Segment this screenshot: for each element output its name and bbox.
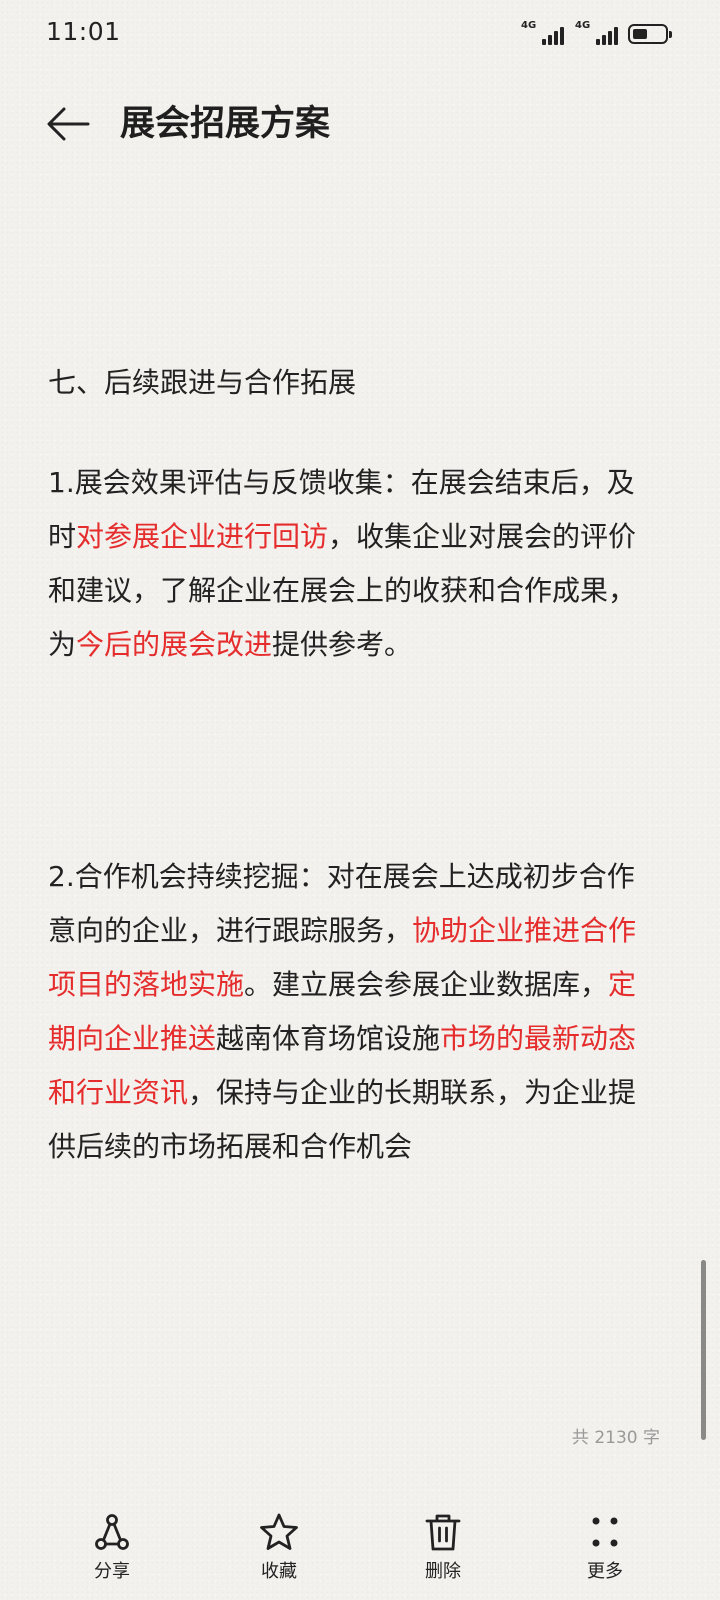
share-label: 分享: [94, 1561, 130, 1582]
trash-icon: [421, 1510, 465, 1554]
status-icons: 4G 4G: [520, 19, 672, 47]
paragraph-text: 越南体育场馆设施: [216, 1022, 441, 1055]
signal-1-icon: 4G: [520, 20, 564, 47]
bottom-toolbar: 分享 收藏 删除 更多: [0, 1500, 720, 1600]
highlighted-text: 今后的展会改进: [76, 628, 273, 661]
paragraph-text: 提供参考。: [272, 628, 413, 661]
paragraph-2: 2.合作机会持续挖掘：对在展会上达成初步合作意向的企业，进行跟踪服务，协助企业推…: [48, 850, 660, 1174]
section-heading: 七、后续跟进与合作拓展: [48, 366, 357, 399]
scrollbar-thumb[interactable]: [701, 1260, 706, 1440]
battery-level: [633, 29, 647, 39]
battery-icon: [628, 24, 672, 44]
word-count: 共 2130 字: [571, 1428, 660, 1448]
network-type-label: 4G: [521, 20, 537, 31]
star-icon: [257, 1510, 301, 1554]
status-bar: 11:01 4G 4G: [0, 0, 720, 64]
more-dots-icon: [583, 1510, 627, 1554]
status-time: 11:01: [46, 17, 121, 46]
back-button[interactable]: [44, 101, 92, 147]
share-icon: [90, 1510, 134, 1554]
more-button[interactable]: 更多: [545, 1500, 665, 1600]
highlighted-text: 对参展企业进行回访: [76, 520, 329, 553]
delete-button[interactable]: 删除: [383, 1500, 503, 1600]
paragraph-text: 。建立展会参展企业数据库，: [244, 968, 609, 1001]
more-label: 更多: [587, 1561, 623, 1582]
favorite-label: 收藏: [261, 1561, 297, 1582]
arrow-left-icon: [47, 107, 90, 141]
favorite-button[interactable]: 收藏: [219, 1500, 339, 1600]
header: 展会招展方案: [0, 84, 720, 164]
delete-label: 删除: [425, 1561, 461, 1582]
note-content[interactable]: 七、后续跟进与合作拓展 1.展会效果评估与反馈收集：在展会结束后，及时对参展企业…: [48, 356, 660, 1174]
share-button[interactable]: 分享: [52, 1500, 172, 1600]
paragraph-1: 1.展会效果评估与反馈收集：在展会结束后，及时对参展企业进行回访，收集企业对展会…: [48, 456, 660, 672]
network-type-label: 4G: [575, 20, 591, 31]
page-title: 展会招展方案: [120, 104, 331, 144]
signal-2-icon: 4G: [574, 20, 618, 47]
